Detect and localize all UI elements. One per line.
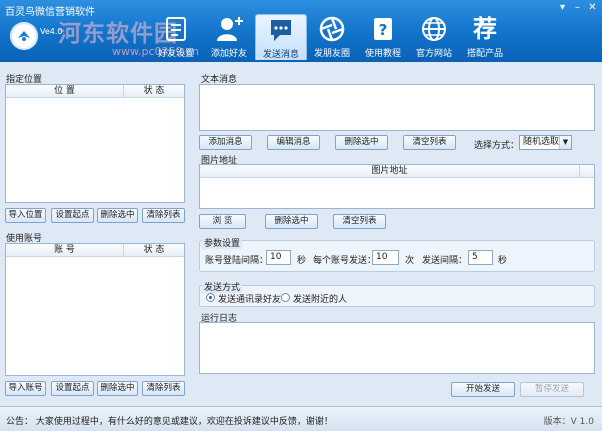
camera-shutter-icon bbox=[319, 16, 345, 42]
send-nearby-radio[interactable] bbox=[281, 293, 290, 302]
location-table-header: 位 置 状 态 bbox=[6, 85, 184, 98]
toolbar-label: 官方网站 bbox=[415, 49, 452, 59]
location-list[interactable]: 位 置 状 态 bbox=[5, 84, 185, 203]
import-account-button[interactable]: 导入账号 bbox=[5, 381, 46, 396]
clear-account-list-button[interactable]: 清除列表 bbox=[142, 381, 185, 396]
login-interval-label: 账号登陆间隔： bbox=[205, 256, 269, 266]
image-list[interactable]: 图片地址 bbox=[199, 164, 595, 209]
toolbar-label: 好友设置 bbox=[157, 49, 194, 59]
select-mode-label: 选择方式： bbox=[474, 141, 520, 151]
title-toolbar-bar: 百灵鸟微信营销软件 ▾ – ✕ Ve4.0 河东软件园 www.pc0359.c… bbox=[0, 0, 602, 62]
clear-location-list-button[interactable]: 清除列表 bbox=[142, 208, 185, 223]
send-nearby-label[interactable]: 发送附近的人 bbox=[293, 292, 347, 305]
run-log-area[interactable] bbox=[199, 322, 595, 374]
close-icon[interactable]: ✕ bbox=[587, 2, 598, 13]
clear-message-list-button[interactable]: 清空列表 bbox=[403, 135, 456, 150]
column-header-location: 位 置 bbox=[6, 85, 124, 97]
help-doc-icon: ? bbox=[374, 18, 392, 40]
add-user-icon bbox=[217, 17, 243, 41]
globe-icon bbox=[422, 17, 446, 41]
per-account-unit: 次 bbox=[405, 256, 415, 266]
toolbar-tutorial[interactable]: ? 使用教程 bbox=[357, 14, 409, 60]
toolbar-friend-settings[interactable]: 好友设置 bbox=[150, 14, 202, 60]
accounts-list[interactable]: 账 号 状 态 bbox=[5, 243, 185, 376]
version-text: 版本：V 1.0 bbox=[543, 417, 594, 427]
toolbar-label: 搭配产品 bbox=[466, 49, 503, 59]
recommend-char-icon: 荐 bbox=[473, 15, 497, 43]
notice-text: 公告： 大家使用过程中，有什么好的意见或建议，欢迎在投诉建议中反馈，谢谢！ bbox=[6, 417, 333, 427]
start-send-button[interactable]: 开始发送 bbox=[451, 382, 515, 397]
svg-text:?: ? bbox=[379, 21, 388, 39]
status-bar: 公告： 大家使用过程中，有什么好的意见或建议，欢迎在投诉建议中反馈，谢谢！ 版本… bbox=[0, 406, 602, 431]
toolbar-label: 发送消息 bbox=[262, 50, 299, 60]
toolbar-add-friend[interactable]: 添加好友 bbox=[203, 14, 255, 60]
delete-selected-account-button[interactable]: 删除选中 bbox=[97, 381, 138, 396]
bird-logo-icon bbox=[10, 22, 38, 50]
delete-selected-message-button[interactable]: 删除选中 bbox=[335, 135, 388, 150]
accounts-table-header: 账 号 状 态 bbox=[6, 244, 184, 257]
clear-image-list-button[interactable]: 清空列表 bbox=[333, 214, 386, 229]
toolbar-official-site[interactable]: 官方网站 bbox=[408, 14, 460, 60]
chat-bubble-icon bbox=[271, 20, 291, 41]
pause-send-button: 暂停发送 bbox=[520, 382, 584, 397]
per-account-label: 每个账号发送： bbox=[313, 256, 377, 266]
set-start-account-button[interactable]: 设置起点 bbox=[51, 381, 94, 396]
toolbar-label: 添加好友 bbox=[210, 49, 247, 59]
send-contacts-radio[interactable] bbox=[206, 293, 215, 302]
skin-icon[interactable]: ▾ bbox=[557, 2, 568, 13]
login-interval-unit: 秒 bbox=[297, 256, 307, 266]
chevron-down-icon: ▼ bbox=[559, 136, 571, 149]
browse-image-button[interactable]: 浏 览 bbox=[199, 214, 246, 229]
delete-selected-location-button[interactable]: 删除选中 bbox=[97, 208, 138, 223]
delete-selected-image-button[interactable]: 删除选中 bbox=[265, 214, 318, 229]
import-location-button[interactable]: 导入位置 bbox=[5, 208, 46, 223]
column-header-status: 状 态 bbox=[143, 86, 165, 96]
add-message-button[interactable]: 添加消息 bbox=[199, 135, 252, 150]
image-table-header: 图片地址 bbox=[200, 165, 594, 178]
toolbar-related-products[interactable]: 荐 搭配产品 bbox=[459, 14, 511, 60]
set-start-location-button[interactable]: 设置起点 bbox=[51, 208, 94, 223]
toolbar-label: 发朋友圈 bbox=[313, 49, 350, 59]
select-mode-dropdown[interactable]: 随机选取 ▼ bbox=[519, 135, 572, 150]
send-interval-label: 发送间隔： bbox=[422, 256, 468, 266]
login-interval-input[interactable]: 10 bbox=[266, 250, 291, 265]
column-header-image-path: 图片地址 bbox=[200, 165, 580, 177]
toolbar-label: 使用教程 bbox=[364, 49, 401, 59]
column-header-account: 账 号 bbox=[6, 244, 124, 256]
minimize-icon[interactable]: – bbox=[572, 2, 583, 13]
toolbar-send-message[interactable]: 发送消息 bbox=[255, 14, 307, 60]
edit-message-button[interactable]: 编辑消息 bbox=[267, 135, 320, 150]
send-interval-unit: 秒 bbox=[498, 256, 508, 266]
window-controls: ▾ – ✕ bbox=[557, 2, 598, 13]
column-header-status: 状 态 bbox=[143, 245, 165, 255]
send-contacts-label[interactable]: 发送通讯录好友 bbox=[218, 292, 281, 305]
text-message-list[interactable] bbox=[199, 84, 595, 131]
per-account-input[interactable]: 10 bbox=[372, 250, 399, 265]
toolbar-post-moments[interactable]: 发朋友圈 bbox=[306, 14, 358, 60]
select-mode-value: 随机选取 bbox=[523, 137, 560, 147]
send-interval-input[interactable]: 5 bbox=[468, 250, 493, 265]
params-group-title: 参数设置 bbox=[202, 236, 243, 249]
settings-card-icon bbox=[166, 17, 186, 41]
